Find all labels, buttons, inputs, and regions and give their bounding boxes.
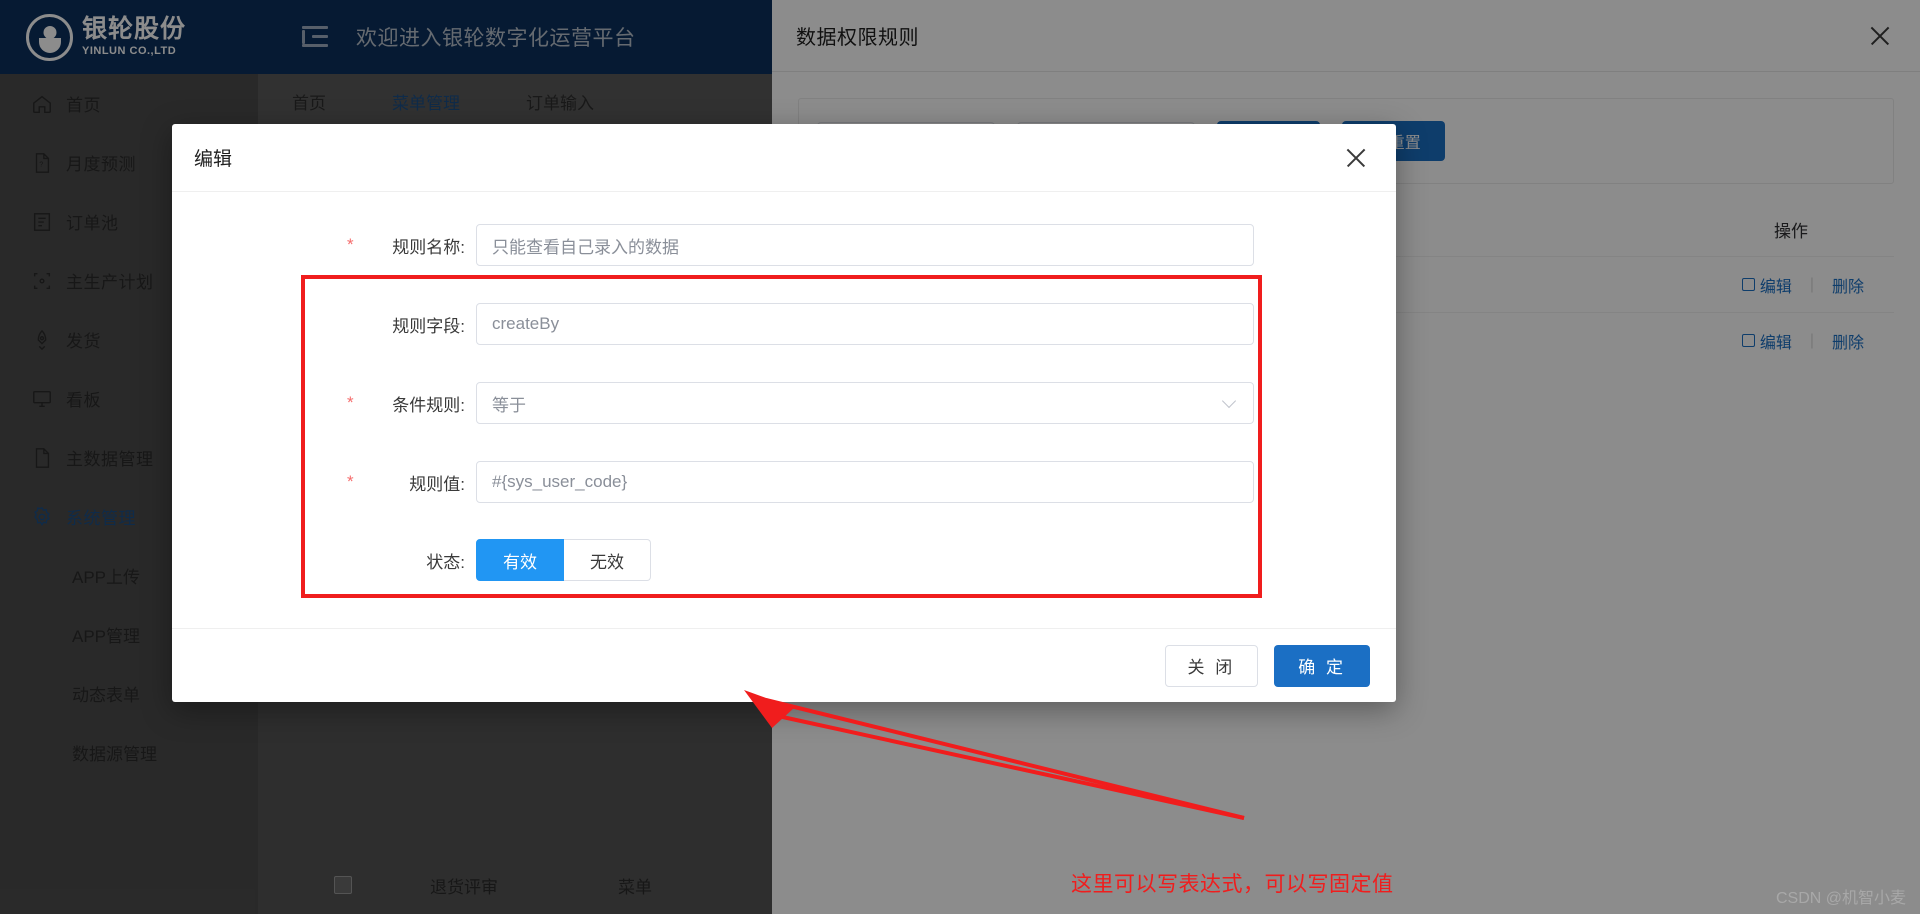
chevron-down-icon [1221, 393, 1237, 408]
confirm-button[interactable]: 确 定 [1274, 644, 1370, 687]
form-row-rule-column: 规则字段: createBy [348, 293, 1396, 355]
rule-condition-value: 等于 [492, 395, 526, 415]
form-row-rule-name: 规则名称: 只能查看自己录入的数据 [347, 214, 1396, 276]
dialog-header: 编辑 [172, 124, 1396, 192]
form-row-rule-value: 规则值: #{sys_user_code} [347, 451, 1396, 513]
dialog-footer: 关 闭 确 定 [172, 628, 1396, 702]
status-toggle-group: 有效 无效 [476, 539, 651, 581]
watermark: CSDN @机智小麦 [1775, 890, 1906, 907]
label-status: 状态: [426, 552, 465, 572]
dialog-title: 编辑 [194, 149, 233, 170]
dialog-body: 规则名称: 只能查看自己录入的数据 规则字段: createBy 条件规则: 等… [172, 192, 1396, 896]
form-row-status: 状态: 有效 无效 [348, 539, 1396, 581]
rule-condition-select[interactable]: 等于 [476, 382, 1254, 424]
close-button[interactable]: 关 闭 [1164, 644, 1259, 687]
label-rule-column: 规则字段: [392, 316, 465, 336]
rule-column-input[interactable]: createBy [476, 303, 1254, 345]
close-icon[interactable] [1342, 144, 1370, 172]
form-row-rule-condition: 条件规则: 等于 [347, 372, 1396, 434]
label-rule-value: 规则值: [347, 470, 476, 495]
edit-dialog: 编辑 规则名称: 只能查看自己录入的数据 规则字段: createBy 条件规则… [172, 124, 1396, 896]
status-option-invalid[interactable]: 无效 [564, 539, 651, 581]
label-rule-name: 规则名称: [347, 233, 476, 258]
status-option-valid[interactable]: 有效 [476, 539, 564, 581]
rule-name-input[interactable]: 只能查看自己录入的数据 [476, 224, 1254, 266]
annotation-text: 这里可以写表达式，可以写固定值 [1071, 873, 1394, 896]
rule-value-input[interactable]: #{sys_user_code} [476, 461, 1254, 503]
label-rule-condition: 条件规则: [347, 391, 476, 416]
